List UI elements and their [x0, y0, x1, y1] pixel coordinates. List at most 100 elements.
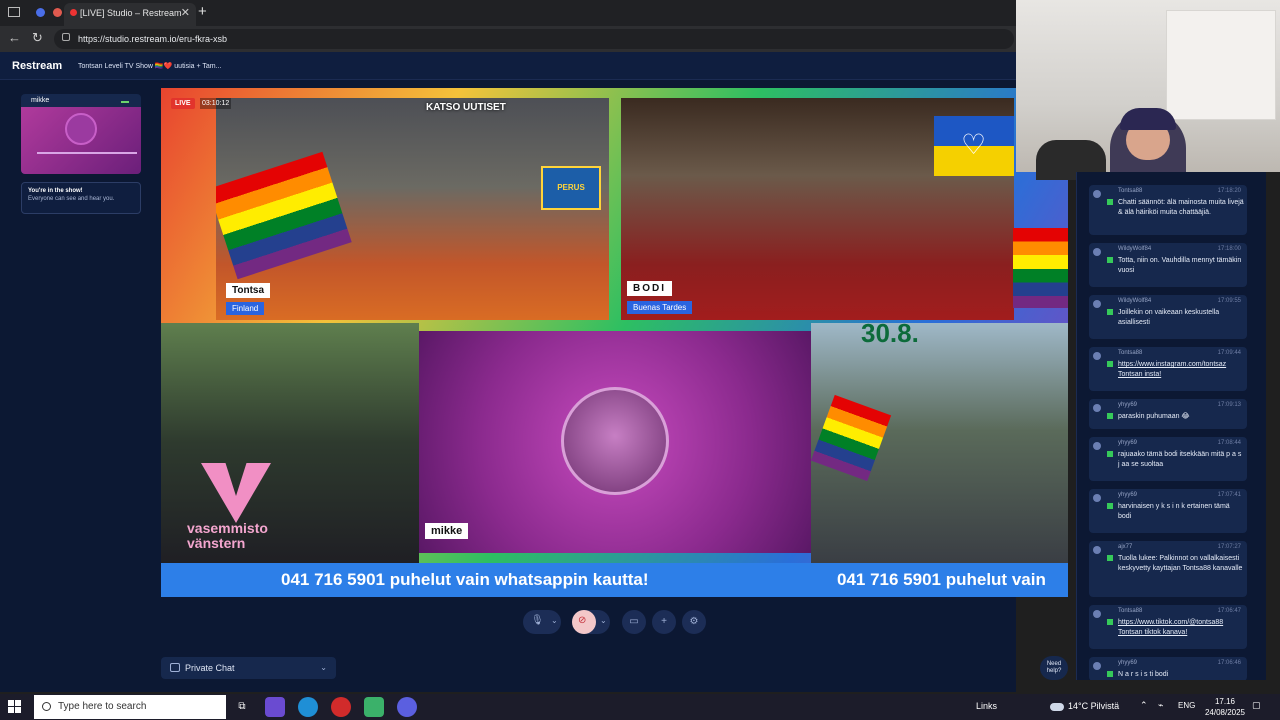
chat-timestamp: 17:08:44 [1217, 440, 1241, 446]
chat-text: rajuaako tämä bodi itsekkään mitä p a s … [1118, 451, 1242, 468]
chevron-up-icon[interactable]: ⌃ [1140, 700, 1148, 711]
need-help-line-2: help? [1046, 668, 1062, 674]
chat-username: yhyy69 [1118, 402, 1138, 408]
weather-text: 14°C Pilvistä [1068, 701, 1120, 711]
app-icon[interactable] [364, 697, 384, 717]
in-show-notice: You're in the show! Everyone can see and… [21, 182, 141, 214]
clock[interactable]: 17.16 24/08/2025 [1200, 696, 1250, 718]
settings-button[interactable]: ⚙ [682, 610, 706, 634]
microphone-icon: 🎙 [531, 615, 544, 626]
avatar [65, 113, 97, 145]
youtube-source-icon [1107, 555, 1113, 561]
tab-close-icon[interactable]: ✕ [181, 3, 190, 23]
search-icon [42, 702, 51, 711]
chat-panel[interactable]: Tontsa88 17:18:20 Chatti säännöt: älä main… [1076, 172, 1266, 680]
avatar [561, 387, 669, 495]
share-screen-button[interactable]: ▭ [622, 610, 646, 634]
avatar [1093, 494, 1101, 502]
vasemmisto-text: vasemmisto vänstern [187, 521, 268, 551]
youtube-source-icon [1107, 619, 1113, 625]
chat-username: ajx77 [1118, 544, 1133, 550]
opera-icon[interactable] [331, 697, 351, 717]
language-indicator[interactable]: ENG [1178, 701, 1195, 710]
youtube-source-icon [1107, 199, 1113, 205]
in-show-title: You're in the show! [28, 188, 83, 194]
chat-timestamp: 17:06:46 [1217, 660, 1241, 666]
network-icon[interactable]: ⌁ [1158, 700, 1163, 711]
chevron-down-icon[interactable]: ⌄ [600, 616, 607, 625]
recording-dot-icon [70, 9, 77, 16]
chat-message: Tontsa88 17:09:44 https://www.instagram.co… [1089, 347, 1247, 391]
ticker-text: 041 716 5901 puhelut vain whatsappin kau… [281, 570, 649, 589]
bodi-nametag: BODI [627, 281, 672, 296]
camera-button[interactable]: ⊘ ⌄ [572, 610, 610, 634]
new-tab-button[interactable]: + [198, 3, 207, 20]
private-chat-label: Private Chat [185, 663, 235, 673]
chat-message: WildyWolf84 17:09:55 Joillekin on vaikeaan… [1089, 295, 1247, 339]
studio-header: Restream Tontsan Leveli TV Show 🏳️‍🌈❤️ u… [0, 52, 1016, 80]
chevron-down-icon: ⌄ [320, 663, 327, 672]
window-menu-icon[interactable] [8, 7, 20, 17]
kitchen-cabinet [1166, 10, 1276, 120]
chat-message: WildyWolf84 17:18:00 Totta, niin on. Vauhd… [1089, 243, 1247, 287]
cloud-icon [1050, 702, 1064, 711]
chat-message: yhyy69 17:07:41 harvinaisen y k s i n k er… [1089, 489, 1247, 533]
show-title[interactable]: Tontsan Leveli TV Show 🏳️‍🌈❤️ uutisia + … [78, 62, 221, 70]
chat-text[interactable]: https://www.tiktok.com/@tontsa88 Tontsan… [1118, 618, 1244, 638]
url-field[interactable]: https://studio.restream.io/eru-fkra-xsb [54, 29, 1014, 49]
start-button[interactable] [8, 700, 22, 714]
reload-button[interactable]: ↻ [32, 30, 43, 46]
webcam-overlay [1016, 0, 1280, 180]
weather-widget[interactable]: 14°C Pilvistä [1050, 701, 1119, 711]
clock-date: 24/08/2025 [1204, 708, 1246, 717]
youtube-source-icon [1107, 451, 1113, 457]
ticker-text-repeat: 041 716 5901 puhelut vain [837, 570, 1046, 589]
youtube-source-icon [1107, 413, 1113, 419]
private-chat-dropdown[interactable]: Private Chat ⌄ [161, 657, 336, 679]
chevron-down-icon[interactable]: ⌄ [551, 616, 558, 625]
profile-icon[interactable] [36, 8, 45, 17]
vasemmisto-logo [201, 463, 271, 523]
copilot-icon[interactable] [265, 697, 285, 717]
discord-icon[interactable] [397, 697, 417, 717]
need-help-button[interactable]: Need help? [1040, 656, 1068, 680]
youtube-source-icon [1107, 671, 1113, 677]
chat-text: Tuolla lukee: Palkinnot on vallalkaisest… [1118, 555, 1243, 572]
avatar [1093, 352, 1101, 360]
chat-username: WildyWolf84 [1118, 298, 1152, 304]
chat-username: yhyy69 [1118, 492, 1138, 498]
add-button[interactable]: + [652, 610, 676, 634]
notification-icon[interactable]: ▢ [1252, 700, 1261, 711]
chat-message: Tontsa88 17:06:47 https://www.tiktok.com/@… [1089, 605, 1247, 649]
tontsa-overlay-text: KATSO UUTISET [426, 102, 506, 113]
edge-icon[interactable] [298, 697, 318, 717]
record-icon[interactable] [53, 8, 62, 17]
restream-logo[interactable]: Restream [12, 60, 62, 72]
tontsa-camera: KATSO UUTISET PERUS Tontsa Finland [216, 98, 609, 320]
chat-timestamp: 17:09:13 [1217, 402, 1241, 408]
participant-card[interactable]: mikke [21, 94, 141, 174]
task-view-icon[interactable]: ⧉ [232, 697, 252, 717]
chat-text: N a r s i s ti bodi [1118, 671, 1169, 678]
chat-timestamp: 17:18:20 [1217, 188, 1241, 194]
ticker-banner: 041 716 5901 puhelut vain whatsappin kau… [161, 563, 1068, 597]
avatar [1093, 610, 1101, 618]
chat-text[interactable]: https://www.instagram.com/tontsaz Tontsa… [1118, 360, 1244, 380]
live-timer: 03:10:12 [200, 98, 232, 109]
site-info-icon[interactable] [62, 33, 70, 41]
chat-message: yhyy69 17:08:44 rajuaako tämä bodi itsekkä… [1089, 437, 1247, 481]
links-toolbar[interactable]: Links [976, 701, 997, 711]
browser-tab[interactable]: [LIVE] Studio – Restream ✕ [64, 3, 196, 26]
chat-icon [170, 663, 180, 672]
bodi-camera: ♡ BODI Buenas Tardes [621, 98, 1014, 320]
microphone-button[interactable]: 🎙 ⌄ [523, 610, 561, 634]
back-button[interactable]: ← [8, 30, 21, 45]
stream-canvas[interactable]: KATSO UUTISET PERUS Tontsa Finland ♡ BOD… [161, 88, 1068, 597]
chat-timestamp: 17:09:44 [1217, 350, 1241, 356]
clock-time: 17.16 [1214, 697, 1236, 706]
youtube-source-icon [1107, 309, 1113, 315]
event-date: 30.8. [861, 318, 919, 348]
taskbar-search-input[interactable]: Type here to search [34, 695, 226, 719]
chat-username: yhyy69 [1118, 660, 1138, 666]
mikke-camera: mikke [419, 331, 811, 553]
